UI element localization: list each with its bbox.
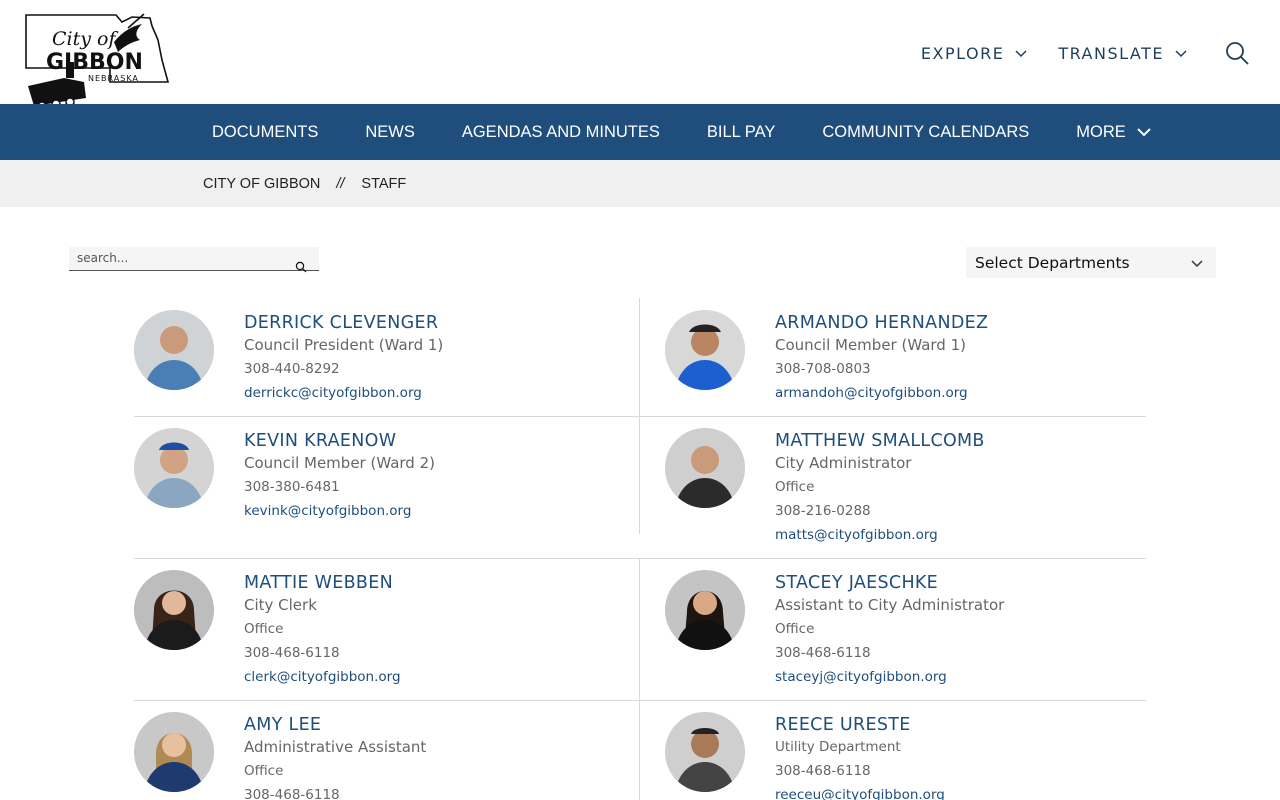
staff-name: MATTIE WEBBEN: [244, 573, 393, 593]
column-divider: [639, 416, 640, 534]
staff-search: [69, 247, 319, 273]
nav-news[interactable]: NEWS: [365, 123, 415, 142]
breadcrumb: CITY OF GIBBON // STAFF: [0, 160, 1280, 207]
staff-office-label: Office: [244, 621, 284, 637]
staff-name: ARMANDO HERNANDEZ: [775, 313, 989, 333]
nav-more-label: MORE: [1076, 122, 1126, 141]
staff-name: DERRICK CLEVENGER: [244, 313, 439, 333]
search-icon[interactable]: [295, 261, 307, 273]
nav-more[interactable]: MORE: [1076, 123, 1152, 142]
staff-email[interactable]: matts@cityofgibbon.org: [775, 523, 985, 547]
nav-agendas[interactable]: AGENDAS AND MINUTES: [462, 123, 660, 142]
staff-title: Utility Department: [775, 739, 901, 755]
logo-text-main: GIBBON: [46, 50, 143, 75]
staff-title: Assistant to City Administrator: [775, 596, 1005, 614]
staff-name: STACEY JAESCHKE: [775, 573, 939, 593]
staff-phone: 308-216-0288: [775, 503, 871, 519]
translate-label: TRANSLATE: [1058, 43, 1164, 63]
column-divider: [639, 298, 640, 416]
translate-menu[interactable]: TRANSLATE: [1058, 44, 1188, 63]
explore-menu[interactable]: EXPLORE: [921, 44, 1028, 63]
staff-phone: 308-468-6118: [775, 645, 871, 661]
department-select-value: Select Departments: [975, 253, 1130, 272]
staff-title: City Clerk: [244, 596, 317, 614]
staff-phone: 308-468-6118: [244, 787, 340, 800]
staff-email[interactable]: armandoh@cityofgibbon.org: [775, 381, 988, 405]
logo-text-sub: NEBRASKA: [88, 74, 139, 83]
staff-title: Council President (Ward 1): [244, 336, 444, 354]
search-input[interactable]: [69, 247, 279, 269]
staff-title: City Administrator: [775, 454, 912, 472]
nav-bill-pay[interactable]: BILL PAY: [707, 123, 775, 142]
staff-email[interactable]: reeceu@cityofgibbon.org: [775, 783, 945, 800]
breadcrumb-current: STAFF: [361, 176, 407, 192]
breadcrumb-separator: //: [336, 176, 345, 192]
chevron-down-icon: [1175, 50, 1187, 58]
avatar: [134, 712, 214, 792]
staff-phone: 308-468-6118: [775, 763, 871, 779]
staff-email[interactable]: derrickc@cityofgibbon.org: [244, 381, 443, 405]
staff-name: MATTHEW SMALLCOMB: [775, 431, 985, 451]
search-icon[interactable]: [1224, 40, 1250, 66]
staff-office-label: Office: [775, 621, 815, 637]
site-header: City of GIBBON NEBRASKA EXPLORE TRANSLAT…: [0, 0, 1280, 111]
nav-community-calendars[interactable]: COMMUNITY CALENDARS: [822, 123, 1029, 142]
staff-title: Administrative Assistant: [244, 738, 427, 756]
row-divider: [134, 416, 1146, 417]
column-divider: [639, 558, 640, 700]
avatar: [665, 712, 745, 792]
staff-phone: 308-380-6481: [244, 479, 340, 495]
nav-documents[interactable]: DOCUMENTS: [212, 123, 318, 142]
top-links: EXPLORE TRANSLATE: [891, 40, 1250, 66]
avatar: [665, 428, 745, 508]
staff-phone: 308-468-6118: [244, 645, 340, 661]
department-select[interactable]: Select Departments: [966, 247, 1216, 278]
staff-title: Council Member (Ward 1): [775, 336, 966, 354]
explore-label: EXPLORE: [920, 43, 1005, 63]
main-nav: DOCUMENTS NEWS AGENDAS AND MINUTES BILL …: [0, 104, 1280, 160]
staff-name: REECE URESTE: [775, 715, 911, 735]
staff-title: Council Member (Ward 2): [244, 454, 435, 472]
logo-text-top: City of: [52, 28, 116, 50]
chevron-down-icon: [1191, 260, 1203, 268]
staff-phone: 308-440-8292: [244, 361, 340, 377]
row-divider: [134, 558, 1146, 559]
avatar: [134, 428, 214, 508]
chevron-down-icon: [1137, 128, 1151, 137]
avatar: [665, 310, 745, 390]
staff-office-label: Office: [775, 479, 815, 495]
row-divider: [134, 700, 1146, 701]
staff-phone: 308-708-0803: [775, 361, 871, 377]
avatar: [134, 310, 214, 390]
avatar: [134, 570, 214, 650]
breadcrumb-home[interactable]: CITY OF GIBBON: [203, 176, 320, 192]
staff-name: AMY LEE: [244, 715, 322, 735]
avatar: [665, 570, 745, 650]
staff-email[interactable]: clerk@cityofgibbon.org: [244, 665, 401, 689]
staff-email[interactable]: kevink@cityofgibbon.org: [244, 499, 435, 523]
staff-name: KEVIN KRAENOW: [244, 431, 397, 451]
chevron-down-icon: [1015, 50, 1027, 58]
city-logo[interactable]: City of GIBBON NEBRASKA: [24, 12, 172, 112]
column-divider: [639, 700, 640, 800]
staff-office-label: Office: [244, 763, 284, 779]
staff-email[interactable]: staceyj@cityofgibbon.org: [775, 665, 1004, 689]
